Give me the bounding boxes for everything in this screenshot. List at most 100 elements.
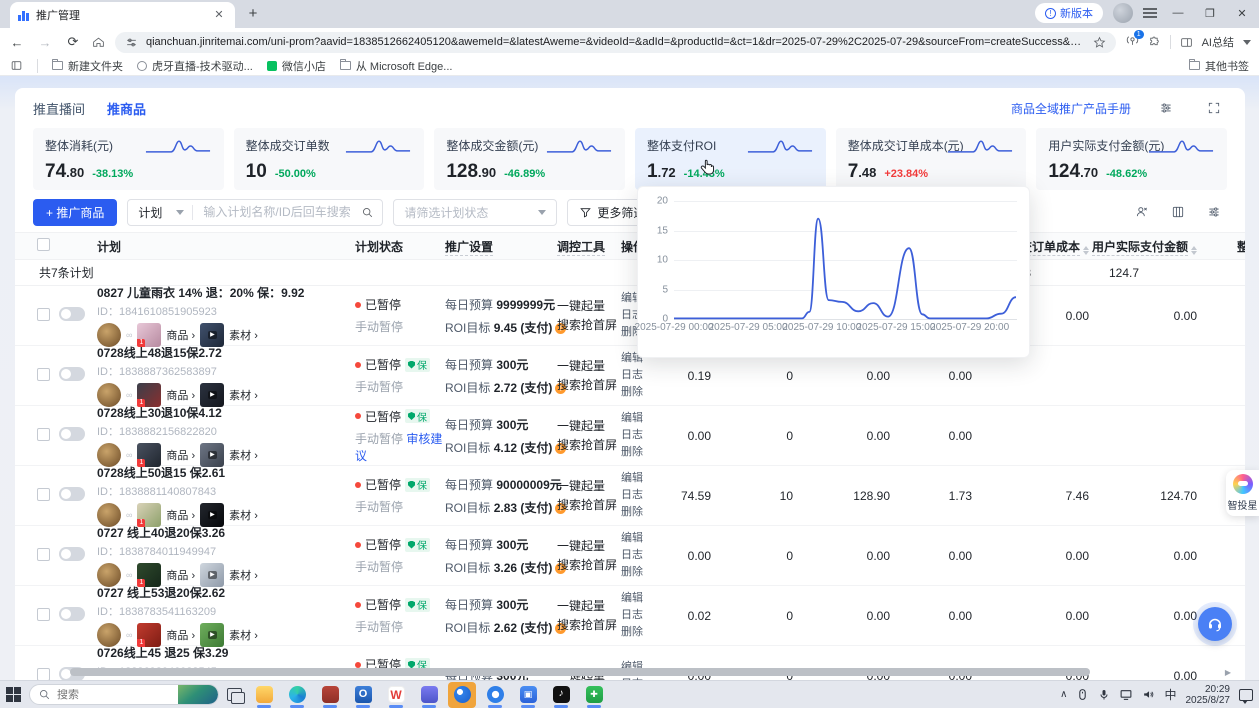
bookmark-item[interactable]: 新建文件夹 — [52, 58, 123, 74]
product-link[interactable]: 商品 › — [166, 447, 195, 463]
tab-close-icon[interactable]: ✕ — [211, 7, 227, 23]
media-control-icon[interactable]: 1 — [1126, 34, 1139, 50]
scrollbar-thumb[interactable] — [70, 668, 1090, 676]
row-checkbox[interactable] — [37, 428, 50, 441]
ai-summary-button[interactable]: AI总结 — [1202, 34, 1234, 50]
extensions-puzzle-icon[interactable] — [1148, 36, 1161, 49]
product-link[interactable]: 商品 › — [166, 507, 195, 523]
window-close-button[interactable]: ✕ — [1231, 7, 1253, 20]
product-link[interactable]: 商品 › — [166, 387, 195, 403]
col-user-paid[interactable]: 用户实际支付金额 — [1089, 238, 1197, 255]
scroll-right-arrow-icon[interactable]: ▶ — [1225, 668, 1231, 677]
taskbar-search-input[interactable] — [57, 689, 157, 701]
start-button[interactable] — [6, 687, 21, 702]
product-link[interactable]: 商品 › — [166, 627, 195, 643]
search-topview-link[interactable]: 搜索抢首屏 — [557, 498, 617, 512]
bookmark-item[interactable]: 微信小店 — [267, 58, 326, 74]
search-topview-link[interactable]: 搜索抢首屏 — [557, 378, 617, 392]
table-settings-icon[interactable] — [1201, 201, 1227, 223]
row-checkbox[interactable] — [37, 548, 50, 561]
browser-menu-icon[interactable] — [1143, 8, 1157, 18]
plan-title[interactable]: 0726线上45 退25 保3.29 — [97, 644, 355, 661]
row-checkbox[interactable] — [37, 368, 50, 381]
metric-card-order-cost[interactable]: 整体成交订单成本(元) 7.48+23.84% — [836, 128, 1027, 190]
bookmark-star-icon[interactable] — [1093, 36, 1106, 49]
sidebar-toggle-icon[interactable] — [10, 59, 23, 72]
taskbar-app-purple[interactable] — [415, 682, 443, 708]
plan-toggle-switch[interactable] — [59, 607, 85, 621]
assistant-widget[interactable]: 智投星 — [1226, 470, 1259, 516]
site-controls-icon[interactable] — [125, 36, 138, 49]
taskbar-app-edge[interactable] — [283, 682, 311, 708]
search-topview-link[interactable]: 搜索抢首屏 — [557, 438, 617, 452]
material-link[interactable]: 素材 › — [229, 387, 258, 403]
taskbar-app-file-explorer[interactable] — [250, 682, 278, 708]
material-link[interactable]: 素材 › — [229, 327, 258, 343]
edit-link[interactable]: 编辑 — [621, 532, 643, 544]
one-key-boost-link[interactable]: 一键起量 — [557, 599, 605, 613]
edit-link[interactable]: 编辑 — [621, 412, 643, 424]
search-icon[interactable] — [361, 206, 374, 219]
home-icon[interactable] — [92, 36, 105, 49]
promote-product-button[interactable]: + 推广商品 — [33, 199, 117, 226]
plan-toggle-switch[interactable] — [59, 427, 85, 441]
search-topview-link[interactable]: 搜索抢首屏 — [557, 318, 617, 332]
taskbar-app-wechat-store[interactable]: ✚ — [580, 682, 608, 708]
plan-status-select[interactable]: 请筛选计划状态 — [393, 199, 557, 226]
taskbar-app-outlook[interactable]: O — [349, 682, 377, 708]
volume-icon[interactable] — [1142, 688, 1155, 701]
row-checkbox[interactable] — [37, 488, 50, 501]
metric-card-orders[interactable]: 整体成交订单数 10-50.00% — [234, 128, 425, 190]
plan-title[interactable]: 0728线上30退10保4.12 — [97, 404, 355, 421]
tab-promote-product[interactable]: 推商品 — [107, 99, 146, 118]
one-key-boost-link[interactable]: 一键起量 — [557, 479, 605, 493]
taskbar-app-blue-square[interactable]: ▣ — [514, 682, 542, 708]
bookmark-item[interactable]: 虎牙直播-技术驱动... — [137, 58, 253, 74]
customer-service-button[interactable] — [1198, 607, 1232, 641]
product-link[interactable]: 商品 › — [166, 327, 195, 343]
log-link[interactable]: 日志 — [621, 549, 643, 561]
edit-link[interactable]: 编辑 — [621, 472, 643, 484]
plan-toggle-switch[interactable] — [59, 487, 85, 501]
delete-link[interactable]: 删除 — [621, 626, 643, 638]
tray-device-icon[interactable] — [1076, 688, 1089, 701]
refresh-button[interactable]: ⟳ — [64, 34, 82, 50]
search-scope-select[interactable]: 计划 — [128, 204, 192, 221]
plan-title[interactable]: 0727 线上40退20保3.26 — [97, 524, 355, 541]
one-key-boost-link[interactable]: 一键起量 — [557, 419, 605, 433]
display-settings-icon[interactable] — [1153, 97, 1179, 119]
taskbar-app-douyin[interactable]: ♪ — [547, 682, 575, 708]
search-topview-link[interactable]: 搜索抢首屏 — [557, 618, 617, 632]
notification-center-icon[interactable] — [1239, 689, 1253, 701]
microphone-icon[interactable] — [1098, 688, 1110, 701]
metric-card-gmv[interactable]: 整体成交金额(元) 128.90-46.89% — [434, 128, 625, 190]
plan-title[interactable]: 0827 儿童雨衣 14% 退：20% 保：9.92 — [97, 284, 355, 301]
side-panel-icon[interactable] — [1180, 36, 1193, 49]
row-checkbox[interactable] — [37, 308, 50, 321]
new-tab-button[interactable]: + — [241, 2, 265, 26]
search-highlight-image[interactable] — [178, 684, 218, 705]
select-all-checkbox[interactable] — [37, 238, 50, 251]
log-link[interactable]: 日志 — [621, 609, 643, 621]
row-checkbox[interactable] — [37, 608, 50, 621]
one-key-boost-link[interactable]: 一键起量 — [557, 539, 605, 553]
material-link[interactable]: 素材 › — [229, 447, 258, 463]
forward-button[interactable]: → — [36, 35, 54, 50]
tab-live-room[interactable]: 推直播间 — [33, 99, 85, 118]
tray-expand-icon[interactable]: ∧ — [1060, 689, 1067, 700]
plan-search-input[interactable] — [193, 205, 361, 219]
log-link[interactable]: 日志 — [621, 489, 643, 501]
window-maximize-button[interactable]: ❐ — [1199, 7, 1221, 20]
plan-title[interactable]: 0728线上50退15 保2.61 — [97, 464, 355, 481]
new-version-button[interactable]: !新版本 — [1035, 3, 1103, 23]
metric-card-cost[interactable]: 整体消耗(元) 74.80-38.13% — [33, 128, 224, 190]
material-link[interactable]: 素材 › — [229, 567, 258, 583]
material-link[interactable]: 素材 › — [229, 627, 258, 643]
custom-columns-icon[interactable] — [1165, 201, 1191, 223]
fullscreen-icon[interactable] — [1201, 97, 1227, 119]
taskbar-app-store-red[interactable] — [316, 682, 344, 708]
horizontal-scrollbar[interactable]: ▶ — [30, 668, 1223, 676]
bookmark-item[interactable]: 从 Microsoft Edge... — [340, 58, 453, 74]
plan-toggle-switch[interactable] — [59, 547, 85, 561]
material-link[interactable]: 素材 › — [229, 507, 258, 523]
